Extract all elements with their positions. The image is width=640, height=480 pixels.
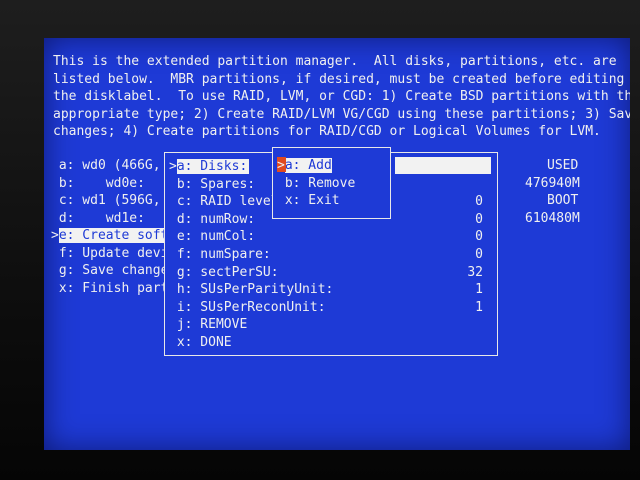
menu-item-label: d: wd1e:: [58, 210, 145, 226]
selection-arrow: >: [277, 158, 285, 173]
disks-submenu-item-add[interactable]: >a: Add: [277, 157, 332, 175]
menu-item-label: f: Update devic: [58, 245, 177, 261]
raid-menu-item-done[interactable]: x: DONE: [169, 334, 495, 352]
menu-item-finish-partitioning[interactable]: x: Finish parti: [51, 280, 176, 298]
menu-item-label: i: SUsPerReconUnit:: [176, 299, 326, 315]
raid-menu-item-numspare[interactable]: f: numSpare: 0: [169, 246, 495, 264]
menu-item-label: h: SUsPerParityUnit:: [176, 282, 334, 298]
menu-item-wd1[interactable]: c: wd1 (596G, S: [51, 192, 176, 210]
menu-item-marker: [51, 211, 59, 226]
menu-item-marker: [169, 300, 177, 315]
raid-menu-item-remove[interactable]: j: REMOVE: [169, 316, 495, 334]
menu-item-value: 0: [475, 194, 483, 210]
menu-item-label: a: wd0 (466G, M: [58, 158, 177, 173]
raid-menu-item-numcol[interactable]: e: numCol: 0: [169, 228, 495, 246]
menu-item-wd1e[interactable]: d: wd1e:: [51, 210, 145, 228]
menu-item-marker: [51, 193, 59, 208]
menu-item-marker: [169, 194, 177, 209]
menu-item-marker: [51, 246, 59, 261]
raid-menu-item-susperparityunit[interactable]: h: SUsPerParityUnit: 1: [169, 281, 495, 299]
menu-item-marker: [51, 281, 59, 296]
menu-item-label: e: numCol:: [176, 229, 256, 245]
selection-arrow: >: [169, 159, 177, 174]
menu-item-marker: [277, 176, 285, 191]
menu-item-value: 1: [475, 282, 483, 298]
terminal-screen: This is the extended partition manager. …: [44, 38, 630, 450]
menu-item-label: a: Disks:: [176, 159, 250, 174]
menu-item-marker: [169, 265, 177, 280]
menu-item-value: 32: [467, 264, 483, 280]
menu-item-label: f: numSpare:: [176, 247, 271, 262]
menu-item-marker: [169, 247, 177, 262]
menu-item-label: a: Add: [284, 158, 332, 173]
intro-line: the disklabel. To use RAID, LVM, or CGD:…: [53, 89, 630, 105]
intro-line: listed below. MBR partitions, if desired…: [53, 71, 625, 87]
used-column-header: USED: [547, 158, 579, 173]
menu-item-label: c: RAID level: [176, 194, 279, 210]
menu-item-marker: [277, 193, 285, 208]
menu-item-marker: [169, 212, 177, 227]
menu-item-marker: [169, 317, 177, 332]
raid-menu-item-susperreconunit[interactable]: i: SUsPerReconUnit: 1: [169, 299, 495, 317]
menu-item-label: b: Spares:: [176, 176, 256, 192]
menu-item-value: 0: [475, 247, 483, 262]
intro-line: appropriate type; 2) Create RAID/LVM VG/…: [53, 106, 630, 122]
used-value: 610480M: [525, 210, 580, 226]
menu-item-create-software-raid[interactable]: >e: Create softw: [51, 227, 179, 245]
used-value: 476940M: [525, 175, 580, 191]
menu-item-label: x: Finish parti: [58, 280, 177, 296]
menu-item-save-changes[interactable]: g: Save changes: [51, 262, 176, 280]
menu-item-wd0[interactable]: a: wd0 (466G, M: [51, 157, 176, 175]
menu-item-label: c: wd1 (596G, S: [58, 193, 177, 208]
menu-item-marker: [169, 177, 177, 192]
monitor-bezel: This is the extended partition manager. …: [0, 0, 640, 480]
intro-line: This is the extended partition manager. …: [53, 54, 617, 69]
menu-item-label: d: numRow:: [176, 211, 256, 227]
menu-item-label: g: sectPerSU:: [176, 264, 279, 280]
menu-item-value: 1: [475, 299, 483, 315]
menu-item-marker: [51, 263, 59, 278]
menu-item-marker: [169, 282, 177, 297]
menu-item-label: b: wd0e:: [58, 175, 145, 191]
disks-submenu-item-exit[interactable]: x: Exit: [277, 192, 340, 210]
menu-item-label: b: Remove: [284, 175, 356, 191]
menu-item-label: e: Create softw: [58, 228, 179, 243]
menu-item-label: g: Save changes: [58, 263, 177, 278]
menu-item-marker: [51, 158, 59, 173]
disks-submenu-item-remove[interactable]: b: Remove: [277, 175, 355, 193]
menu-item-marker: [169, 229, 177, 244]
disks-submenu: >a: Add b: Remove x: Exit: [272, 147, 391, 219]
menu-item-update-devices[interactable]: f: Update devic: [51, 245, 176, 263]
intro-line: changes; 4) Create partitions for RAID/C…: [53, 124, 601, 140]
menu-item-value: 0: [475, 211, 483, 227]
menu-item-label: x: DONE: [176, 335, 232, 350]
menu-item-value: 0: [475, 229, 483, 245]
raid-menu-item-sectpersu[interactable]: g: sectPerSU: 32: [169, 264, 495, 282]
used-value: BOOT: [547, 193, 579, 208]
menu-item-label: x: Exit: [284, 193, 340, 209]
menu-item-wd0e[interactable]: b: wd0e:: [51, 175, 145, 193]
menu-item-marker: [169, 335, 177, 350]
menu-item-marker: [51, 176, 59, 191]
menu-item-label: j: REMOVE: [176, 317, 248, 333]
selection-arrow: >: [51, 228, 59, 243]
